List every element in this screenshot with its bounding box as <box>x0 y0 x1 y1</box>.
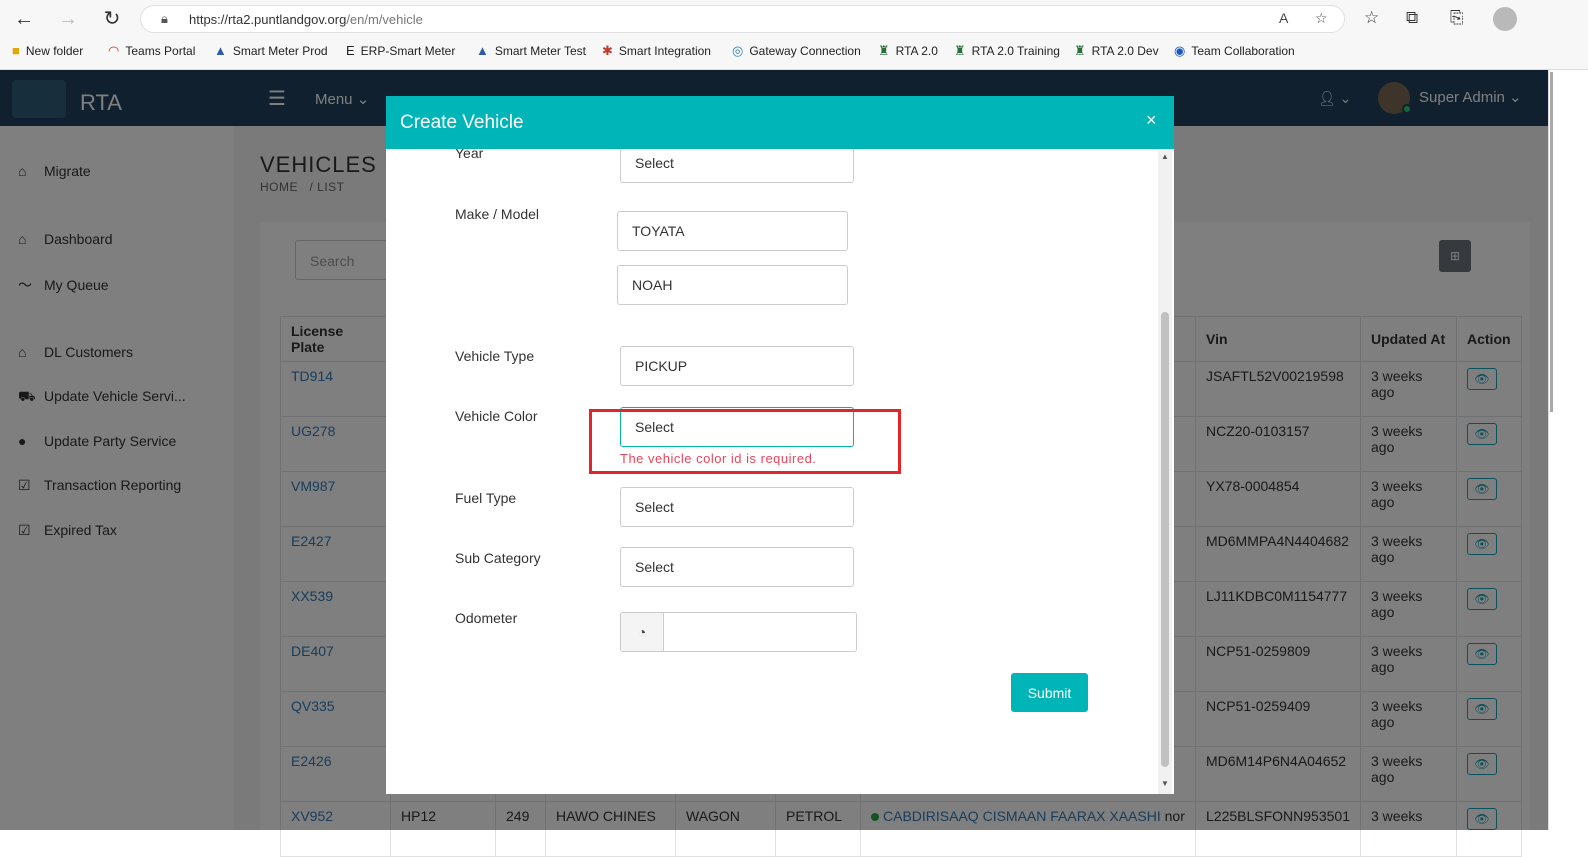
teams-icon: ◠ <box>108 43 120 58</box>
fuel-type-select[interactable]: Select <box>620 487 854 527</box>
read-aloud-icon[interactable]: A <box>1279 10 1288 26</box>
extensions-icon[interactable]: ⎘ <box>1450 8 1464 28</box>
bookmark-item[interactable]: ♜ RTA 2.0 Training <box>954 43 1060 59</box>
modal-scrollbar-thumb[interactable] <box>1161 312 1169 767</box>
vehicle-color-label: Vehicle Color <box>455 408 538 424</box>
odometer-gauge-icon: ◔ <box>620 612 664 652</box>
modal-scrollbar[interactable]: ▲ ▼ <box>1158 149 1172 794</box>
folder-icon: ■ <box>12 43 20 58</box>
bookmark-item[interactable]: ■ New folder <box>12 43 83 58</box>
drop-icon: ▲ <box>476 43 489 58</box>
page-scrollbar[interactable] <box>1548 70 1588 830</box>
bookmark-item[interactable]: ◎ Gateway Connection <box>732 43 861 59</box>
model-input[interactable]: NOAH <box>617 265 848 305</box>
make-model-label: Make / Model <box>455 206 540 222</box>
bookmark-item[interactable]: ✱ Smart Integration <box>602 43 711 59</box>
bookmark-item[interactable]: ◠ Teams Portal <box>108 43 195 59</box>
refresh-icon[interactable]: ↻ <box>100 7 124 31</box>
bookmark-item[interactable]: ▲ Smart Meter Prod <box>214 43 328 58</box>
scroll-up-arrow-icon[interactable]: ▲ <box>1161 152 1169 161</box>
collections-icon[interactable]: ⧉ <box>1406 8 1418 28</box>
bookmark-item[interactable]: ▲ Smart Meter Test <box>476 43 586 58</box>
back-arrow-icon[interactable]: ← <box>12 7 36 31</box>
lock-icon: 🔒︎ <box>161 11 168 26</box>
bookmark-item[interactable]: ◉ Team Collaboration <box>1174 43 1295 59</box>
make-input[interactable]: TOYATA <box>617 211 848 251</box>
bookmarks-bar: ■ New folder ◠ Teams Portal ▲ Smart Meter P… <box>0 40 1588 64</box>
rta-icon: ♜ <box>954 43 966 58</box>
sub-category-label: Sub Category <box>455 550 541 566</box>
page-scrollbar-thumb[interactable] <box>1550 72 1553 412</box>
url-text: https://rta2.puntlandgov.org/en/m/vehicl… <box>189 12 423 27</box>
bookmark-item[interactable]: ♜ RTA 2.0 <box>878 43 938 59</box>
profile-avatar[interactable] <box>1493 7 1517 31</box>
vehicle-type-select[interactable]: PICKUP <box>620 346 854 386</box>
submit-button[interactable]: Submit <box>1011 673 1088 712</box>
year-label: Year <box>455 149 484 161</box>
year-select[interactable]: Select <box>620 149 854 183</box>
odometer-input[interactable] <box>663 612 857 652</box>
close-icon[interactable]: × <box>1146 110 1157 131</box>
browser-nav-row: ← → ↻ 🔒︎ https://rta2.puntlandgov.org/en… <box>0 0 1588 38</box>
bookmark-item[interactable]: ♜ RTA 2.0 Dev <box>1074 43 1159 59</box>
erp-icon: E <box>346 43 355 58</box>
scroll-down-arrow-icon[interactable]: ▼ <box>1161 779 1169 788</box>
collaboration-icon: ◉ <box>1174 43 1186 58</box>
vehicle-type-label: Vehicle Type <box>455 348 535 364</box>
browser-chrome: ← → ↻ 🔒︎ https://rta2.puntlandgov.org/en… <box>0 0 1588 70</box>
rta-icon: ♜ <box>878 43 890 58</box>
address-bar[interactable]: 🔒︎ https://rta2.puntlandgov.org/en/m/veh… <box>140 5 1345 33</box>
rta-icon: ♜ <box>1074 43 1086 58</box>
forward-arrow-icon[interactable]: → <box>56 7 80 31</box>
favorite-add-icon[interactable]: ☆ <box>1315 10 1328 27</box>
favorites-icon[interactable]: ☆ <box>1364 8 1379 28</box>
modal-title: Create Vehicle <box>400 112 524 133</box>
sub-category-select[interactable]: Select <box>620 547 854 587</box>
drop-icon: ▲ <box>214 43 227 58</box>
fuel-type-label: Fuel Type <box>455 490 517 506</box>
integration-icon: ✱ <box>602 43 613 58</box>
modal-header: Create Vehicle × <box>386 96 1174 149</box>
gateway-icon: ◎ <box>732 43 744 58</box>
highlight-annotation-box <box>589 409 901 474</box>
bookmark-item[interactable]: E ERP-Smart Meter <box>346 43 455 58</box>
odometer-label: Odometer <box>455 610 518 626</box>
